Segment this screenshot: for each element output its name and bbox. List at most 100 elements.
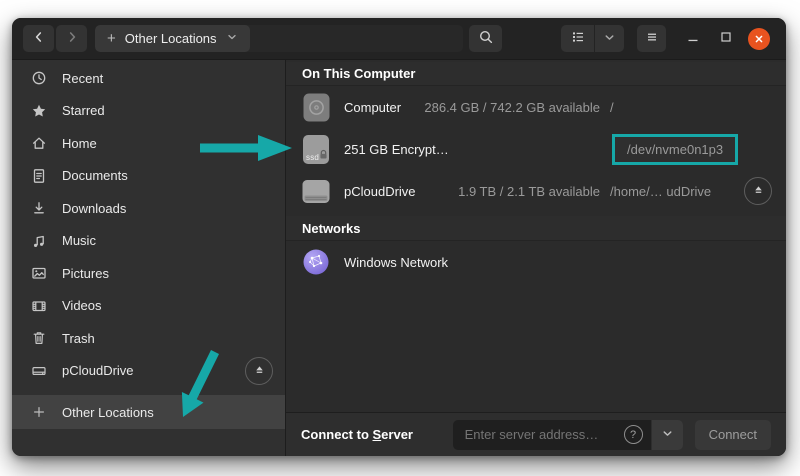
location-name: pCloudDrive: [344, 184, 416, 199]
sidebar-item-pclouddrive[interactable]: pCloudDrive: [12, 355, 285, 388]
chevron-right-icon: [64, 29, 80, 48]
connect-to-server-label: Connect to Server: [301, 427, 413, 442]
section-header-label: On This Computer: [302, 66, 415, 81]
sidebar-item-videos[interactable]: Videos: [12, 290, 285, 323]
harddrive-icon: [302, 176, 330, 206]
eject-slot: [740, 177, 772, 205]
server-address-field: ?: [453, 420, 651, 450]
maximize-icon: [718, 29, 734, 48]
list-view-button[interactable]: [561, 25, 594, 52]
location-name: Windows Network: [344, 255, 448, 270]
chevron-left-icon: [31, 29, 47, 48]
sidebar-item-label: Music: [62, 233, 96, 248]
sidebar-item-other-locations[interactable]: Other Locations: [12, 395, 285, 429]
location-row-encrypted-partition[interactable]: ssd 251 GB Encrypt… /dev/nvme0n1p3: [286, 128, 786, 170]
search-button[interactable]: [469, 25, 502, 52]
path-bar[interactable]: + Other Locations: [95, 25, 463, 52]
minimize-button[interactable]: [676, 25, 709, 52]
label-text: Connect to: [301, 427, 373, 442]
drive-icon: [31, 363, 47, 379]
disk-icon: [302, 92, 330, 122]
help-icon[interactable]: ?: [624, 425, 643, 444]
sidebar-item-label: Starred: [62, 103, 105, 118]
sidebar-item-trash[interactable]: Trash: [12, 322, 285, 355]
network-globe-icon: [302, 247, 330, 277]
window-controls: [676, 25, 775, 52]
sidebar-item-label: Videos: [62, 298, 102, 313]
location-row-pclouddrive[interactable]: pCloudDrive 1.9 TB / 2.1 TB available /h…: [286, 170, 786, 212]
minimize-icon: [685, 29, 701, 48]
sidebar-item-label: Pictures: [62, 266, 109, 281]
connect-button-label: Connect: [709, 427, 757, 442]
star-icon: [31, 103, 47, 119]
download-icon: [31, 200, 47, 216]
section-header-label: Networks: [302, 221, 361, 236]
server-address-input[interactable]: [463, 426, 624, 443]
clock-icon: [31, 70, 47, 86]
sidebar: Recent Starred Home Documents Downloads: [12, 60, 286, 456]
picture-icon: [31, 265, 47, 281]
main-column: On This Computer Computer 286.4 GB / 742…: [286, 60, 786, 456]
location-name: Computer: [344, 100, 401, 115]
section-header-on-this-computer: On This Computer: [286, 62, 786, 86]
back-button[interactable]: [23, 25, 54, 52]
hamburger-menu-icon: [644, 29, 660, 48]
sidebar-item-downloads[interactable]: Downloads: [12, 192, 285, 225]
close-icon: [748, 28, 770, 50]
label-mnemonic: S: [373, 427, 382, 442]
lock-icon: [318, 148, 329, 163]
forward-button[interactable]: [56, 25, 87, 52]
close-button[interactable]: [742, 25, 775, 52]
home-icon: [31, 135, 47, 151]
film-icon: [31, 298, 47, 314]
sidebar-item-documents[interactable]: Documents: [12, 160, 285, 193]
location-row-windows-network[interactable]: Windows Network: [286, 241, 786, 283]
sidebar-item-label: pCloudDrive: [62, 363, 134, 378]
location-size: 1.9 TB / 2.1 TB available: [458, 184, 600, 199]
location-name: 251 GB Encrypt…: [344, 142, 449, 157]
menu-button[interactable]: [637, 25, 666, 52]
location-path: /home/… udDrive: [600, 184, 740, 199]
sidebar-item-home[interactable]: Home: [12, 127, 285, 160]
eject-icon: [253, 363, 266, 379]
location-size: 286.4 GB / 742.2 GB available: [424, 100, 600, 115]
path-segment-other-locations[interactable]: + Other Locations: [95, 25, 250, 52]
sidebar-item-label: Recent: [62, 71, 103, 86]
sidebar-item-music[interactable]: Music: [12, 225, 285, 258]
header-bar: + Other Locations: [12, 18, 786, 60]
sidebar-item-starred[interactable]: Starred: [12, 95, 285, 128]
document-icon: [31, 168, 47, 184]
sidebar-item-label: Trash: [62, 331, 95, 346]
sidebar-item-pictures[interactable]: Pictures: [12, 257, 285, 290]
nav-group: [23, 25, 87, 52]
chevron-down-icon: [661, 427, 674, 443]
label-text: erver: [381, 427, 413, 442]
window-body: Recent Starred Home Documents Downloads: [12, 60, 786, 456]
sidebar-item-recent[interactable]: Recent: [12, 62, 285, 95]
view-toggle-split-button: [561, 25, 624, 52]
music-note-icon: [31, 233, 47, 249]
eject-button[interactable]: [744, 177, 772, 205]
sidebar-item-label: Documents: [62, 168, 128, 183]
section-header-networks: Networks: [286, 216, 786, 241]
eject-icon: [752, 183, 765, 199]
help-glyph: ?: [630, 429, 636, 441]
view-options-button[interactable]: [595, 25, 624, 52]
eject-button[interactable]: [245, 357, 273, 385]
files-window: + Other Locations: [12, 18, 786, 456]
sidebar-item-label: Other Locations: [62, 405, 154, 420]
maximize-button[interactable]: [709, 25, 742, 52]
screenshot-page: + Other Locations: [0, 0, 800, 476]
plus-icon: [31, 404, 47, 420]
connect-button[interactable]: Connect: [695, 420, 771, 450]
sidebar-item-label: Home: [62, 136, 97, 151]
annotation-highlight-box: /dev/nvme0n1p3: [612, 134, 738, 165]
recent-servers-button[interactable]: [652, 420, 683, 450]
path-segment-label: Other Locations: [125, 31, 217, 46]
sidebar-item-label: Downloads: [62, 201, 126, 216]
list-view-icon: [570, 29, 586, 48]
server-address-group: ? Connect: [453, 420, 771, 450]
connect-to-server-bar: Connect to Server ? Connect: [286, 412, 786, 456]
location-row-computer[interactable]: Computer 286.4 GB / 742.2 GB available /: [286, 86, 786, 128]
plus-icon: +: [107, 31, 116, 46]
